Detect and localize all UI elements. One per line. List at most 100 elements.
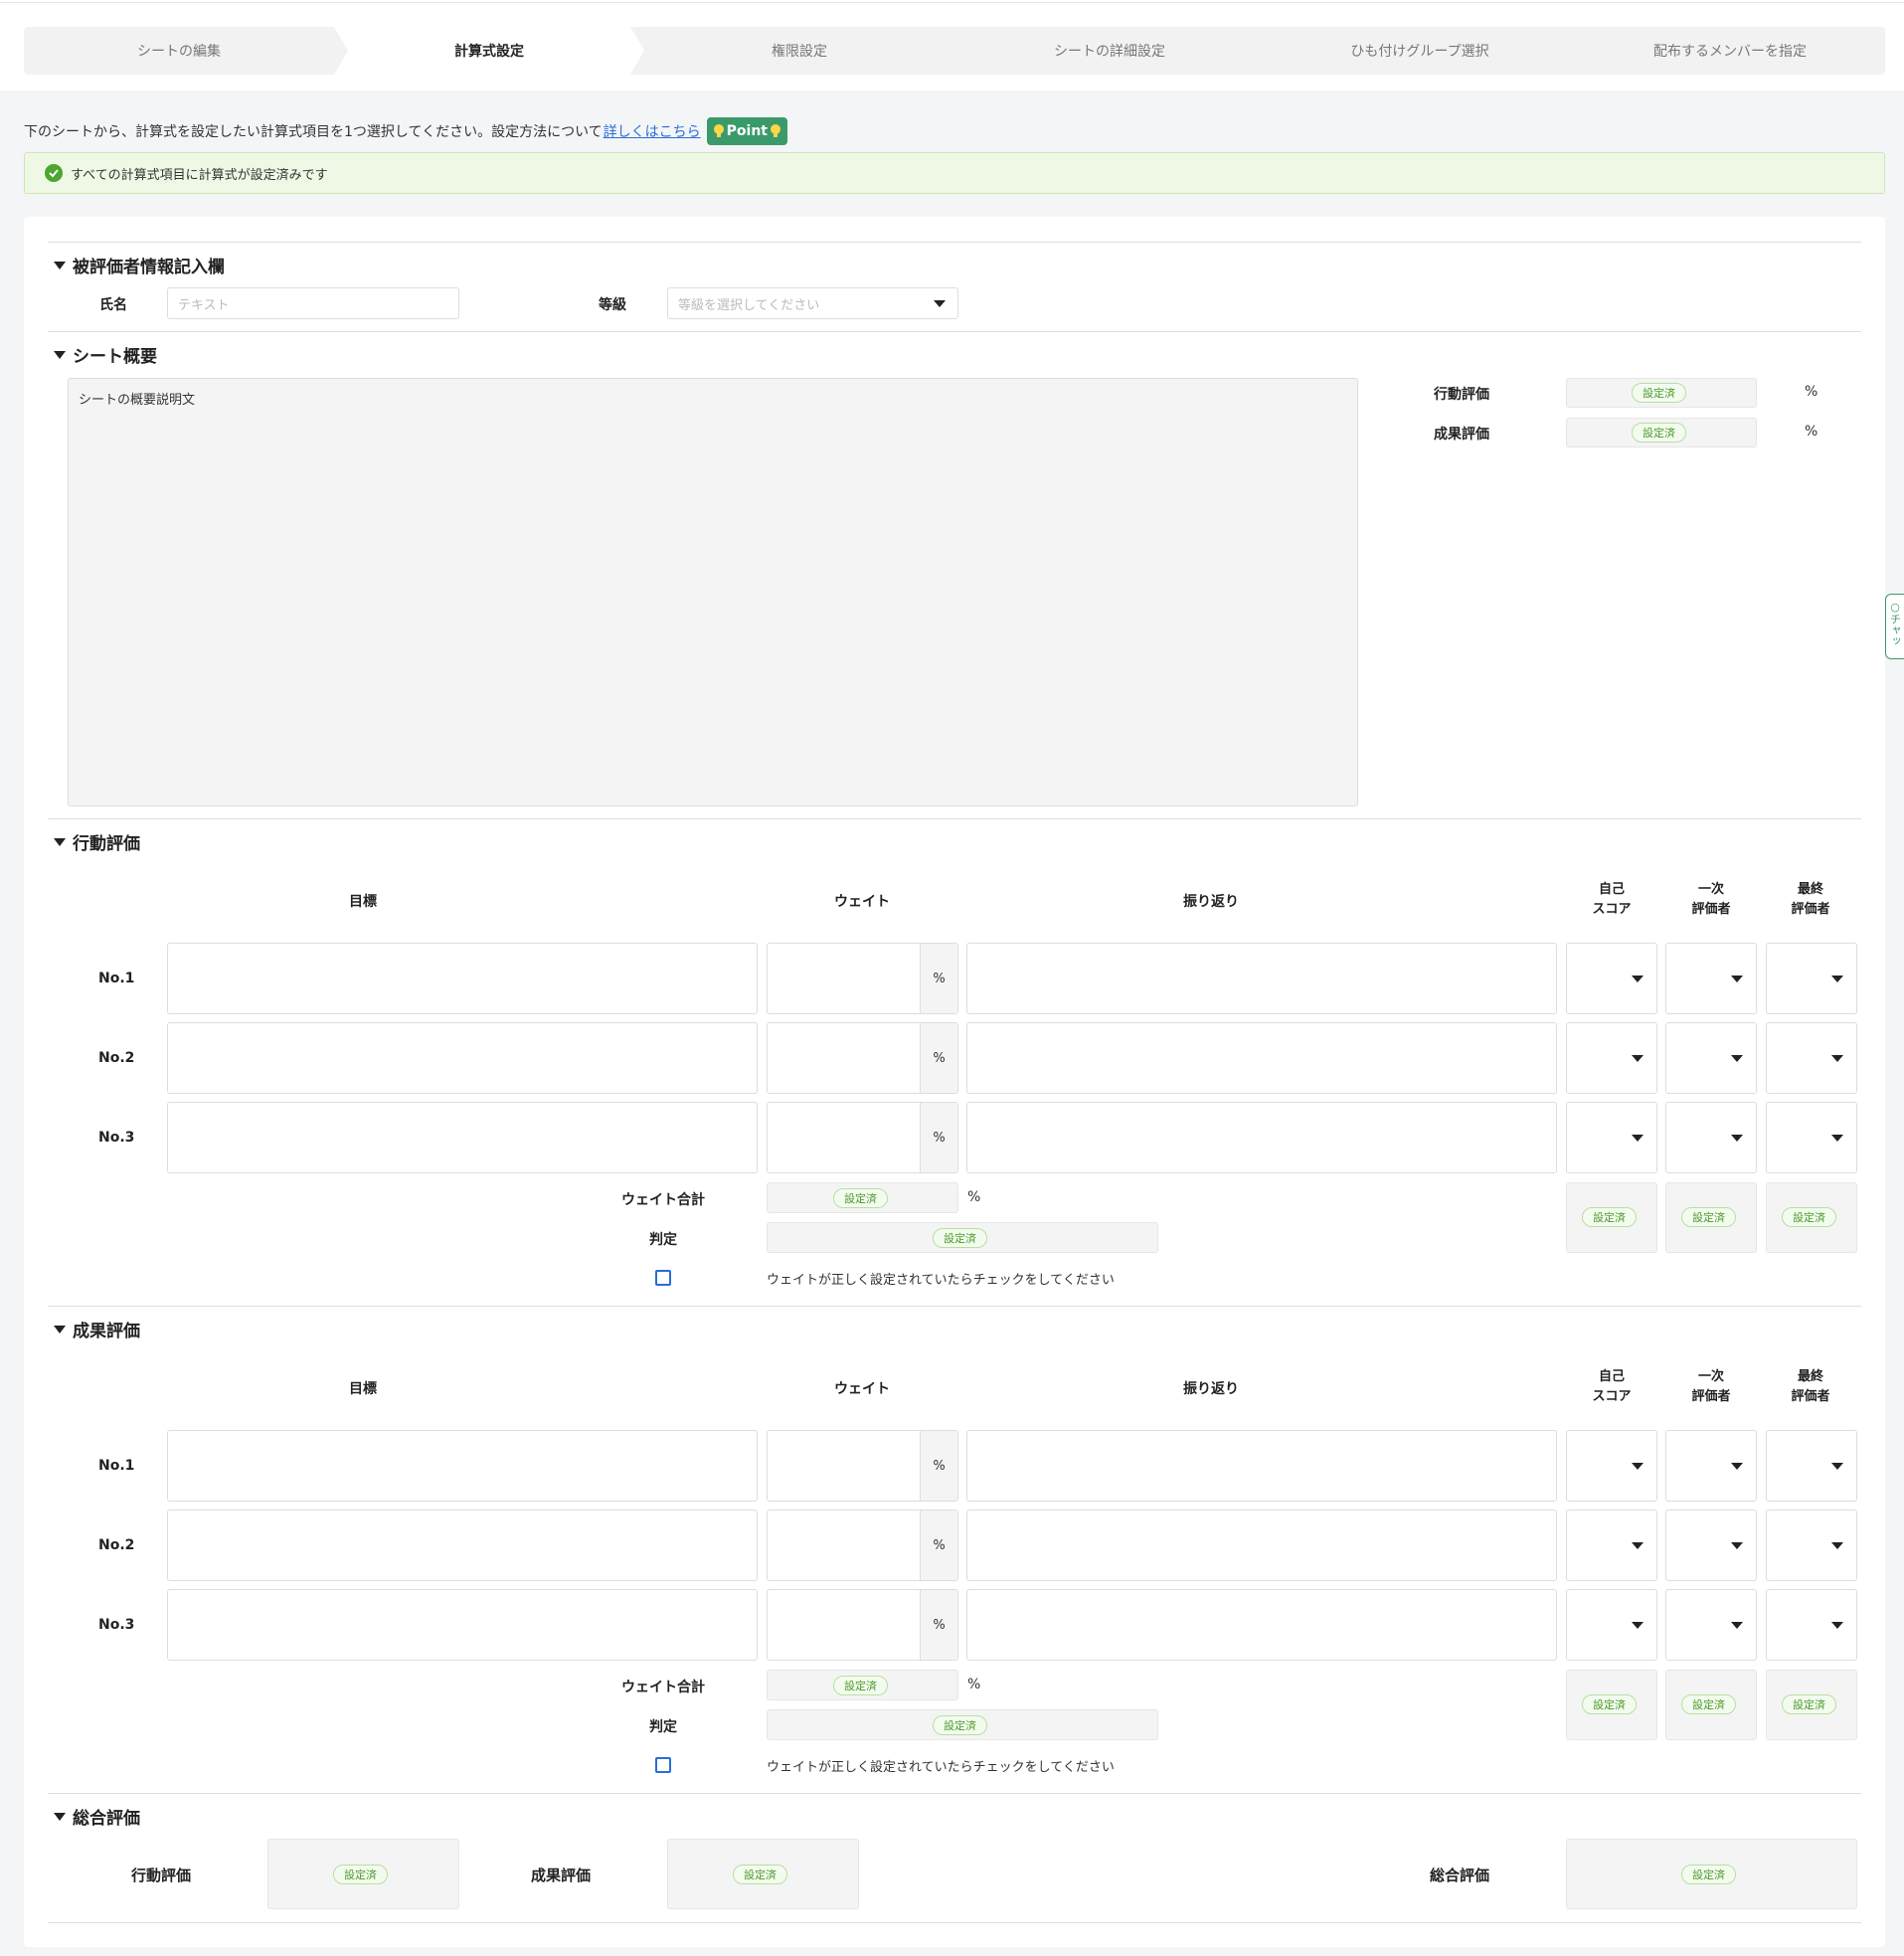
judge-label: 判定 [649,1232,677,1248]
status-badge: 設定済 [1782,1207,1836,1227]
status-badge: 設定済 [733,1865,787,1884]
row-number: No.2 [98,1537,135,1553]
percent-unit: % [920,944,957,1013]
self-score-select[interactable] [1566,1510,1657,1581]
reflection-input[interactable] [966,1589,1557,1661]
weight-check-checkbox[interactable] [655,1270,671,1286]
chevron-down-icon [1632,976,1644,982]
chevron-down-icon [1731,1135,1743,1142]
weight-total-label: ウェイト合計 [621,1680,705,1695]
first-evaluator-select[interactable] [1665,943,1757,1014]
section-evaluee-info[interactable]: 被評価者情報記入欄 [54,253,225,277]
row-number: No.3 [98,1130,135,1146]
step-member-assignment[interactable]: 配布するメンバーを指定 [1575,27,1885,75]
step-formula-settings[interactable]: 計算式設定 [334,27,644,75]
divider [48,1922,1861,1923]
col-goal: 目標 [349,1381,377,1397]
section-result-eval[interactable]: 成果評価 [54,1317,140,1341]
first-evaluator-select[interactable] [1665,1510,1757,1581]
chat-label: チャッ [1888,614,1902,646]
chevron-down-icon [1731,1055,1743,1062]
chevron-down-icon [1831,1622,1843,1629]
overview-textarea[interactable]: シートの概要説明文 [68,378,1358,806]
self-score-select[interactable] [1566,943,1657,1014]
weight-check-note: ウェイトが正しく設定されていたらチェックをしてください [767,1760,1115,1775]
status-badge: 設定済 [1681,1865,1736,1884]
success-banner: すべての計算式項目に計算式が設定済みです [24,152,1885,194]
goal-input[interactable] [167,1430,758,1502]
first-evaluator-select[interactable] [1665,1022,1757,1094]
reflection-input[interactable] [966,1430,1557,1502]
col-first-evaluator: 一次 評価者 [1691,882,1731,917]
col-reflection: 振り返り [1183,894,1239,910]
final-evaluator-select[interactable] [1766,1022,1857,1094]
section-behavior-eval[interactable]: 行動評価 [54,829,140,854]
self-score-select[interactable] [1566,1430,1657,1502]
chat-icon: ○ [1890,601,1900,614]
divider [48,818,1861,819]
final-evaluator-select[interactable] [1766,1510,1857,1581]
row-number: No.1 [98,1458,135,1474]
percent-unit: % [967,1677,981,1692]
lightbulb-icon [713,124,724,137]
step-sheet-detail-settings[interactable]: シートの詳細設定 [954,27,1265,75]
status-badge: 設定済 [933,1228,987,1248]
goal-input[interactable] [167,1102,758,1173]
col-self-score: 自己 スコア [1592,882,1632,917]
chevron-down-icon [934,300,946,307]
name-label: 氏名 [99,297,127,313]
chevron-down-icon [1731,1542,1743,1549]
status-badge: 設定済 [1782,1694,1836,1714]
step-permission-settings[interactable]: 権限設定 [644,27,954,75]
self-score-select[interactable] [1566,1102,1657,1173]
name-input[interactable]: テキスト [167,287,459,319]
first-evaluator-select[interactable] [1665,1102,1757,1173]
chevron-down-icon [1831,1055,1843,1062]
chevron-down-icon [1632,1135,1644,1142]
section-sheet-overview[interactable]: シート概要 [54,342,157,367]
collapse-triangle-icon [54,1325,66,1334]
overall-result-label: 成果評価 [531,1867,592,1884]
step-group-selection[interactable]: ひも付けグループ選択 [1265,27,1575,75]
final-evaluator-select[interactable] [1766,1589,1857,1661]
status-badge: 設定済 [1582,1694,1637,1714]
percent-unit: % [920,1023,957,1093]
final-evaluator-select[interactable] [1766,1102,1857,1173]
success-message: すべての計算式項目に計算式が設定済みです [71,167,328,183]
status-badge: 設定済 [1681,1207,1736,1227]
point-button[interactable]: Point [706,117,787,145]
reflection-input[interactable] [966,943,1557,1014]
details-link[interactable]: 詳しくはこちら [604,121,701,141]
self-score-select[interactable] [1566,1022,1657,1094]
section-overall-eval[interactable]: 総合評価 [54,1804,140,1829]
goal-input[interactable] [167,1022,758,1094]
goal-input[interactable] [167,943,758,1014]
grade-select[interactable]: 等級を選択してください [667,287,958,319]
percent-unit: % [920,1511,957,1580]
row-number: No.1 [98,971,135,986]
chevron-down-icon [1831,1135,1843,1142]
divider [48,242,1861,243]
goal-input[interactable] [167,1589,758,1661]
weight-check-checkbox[interactable] [655,1757,671,1773]
status-badge: 設定済 [933,1715,987,1735]
status-badge: 設定済 [1632,423,1686,443]
col-final-evaluator: 最終 評価者 [1791,1369,1830,1404]
percent-unit: % [920,1431,957,1501]
divider [48,331,1861,332]
final-evaluator-select[interactable] [1766,1430,1857,1502]
overview-behavior-label: 行動評価 [1434,387,1489,403]
goal-input[interactable] [167,1510,758,1581]
chat-tab[interactable]: ○ チャッ [1885,594,1904,659]
col-weight: ウェイト [834,1381,890,1397]
step-sheet-edit[interactable]: シートの編集 [24,27,334,75]
first-evaluator-select[interactable] [1665,1430,1757,1502]
reflection-input[interactable] [966,1510,1557,1581]
reflection-input[interactable] [966,1022,1557,1094]
divider [48,1793,1861,1794]
final-evaluator-select[interactable] [1766,943,1857,1014]
grade-label: 等級 [599,297,626,313]
reflection-input[interactable] [966,1102,1557,1173]
first-evaluator-select[interactable] [1665,1589,1757,1661]
self-score-select[interactable] [1566,1589,1657,1661]
